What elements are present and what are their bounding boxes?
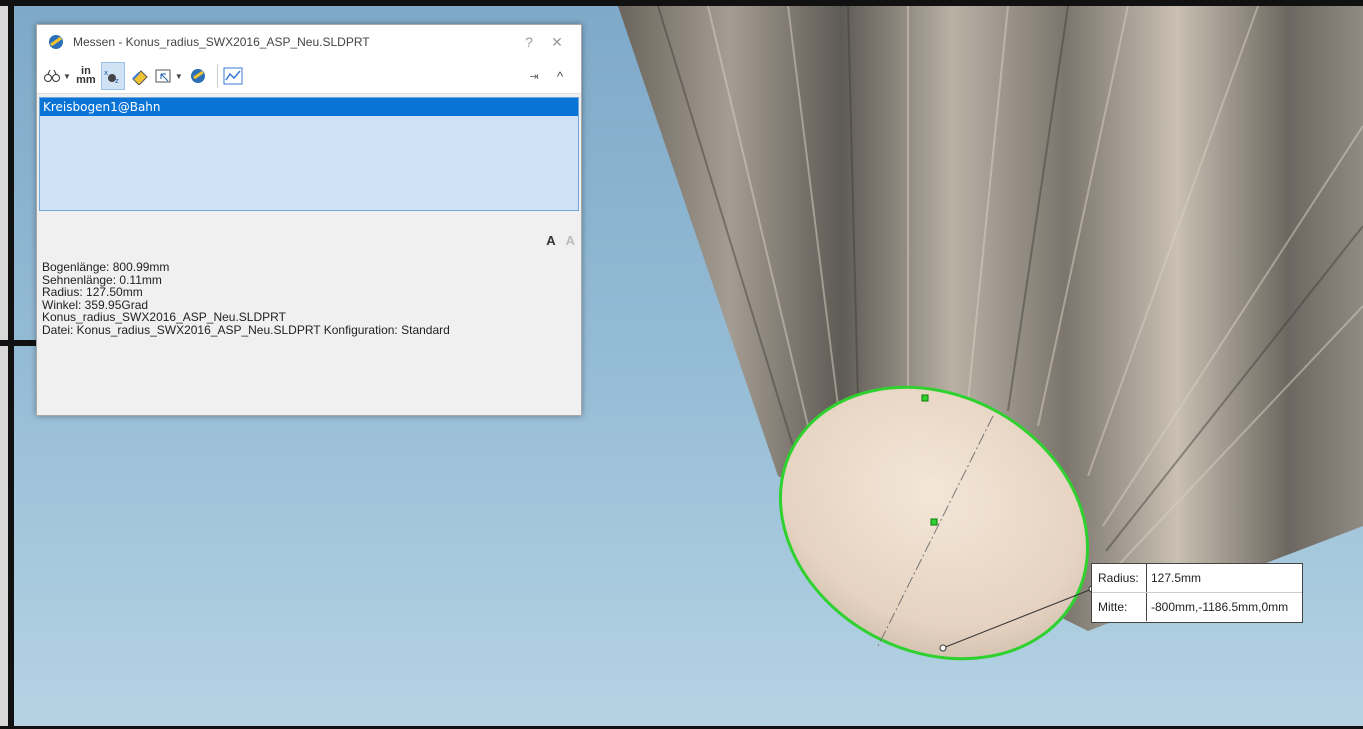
selection-list[interactable]: Kreisbogen1@Bahn xyxy=(39,97,579,211)
viewport-border-top xyxy=(0,0,1363,6)
point-to-point-button[interactable] xyxy=(129,63,151,89)
measure-toolbar: ▼ in mm x z ▼ ⇥ ^ xyxy=(37,59,581,94)
svg-text:x: x xyxy=(104,69,108,77)
toolbar-separator xyxy=(216,64,218,88)
callout-center-label: Mitte: xyxy=(1092,593,1147,621)
dialog-titlebar[interactable]: Messen - Konus_radius_SWX2016_ASP_Neu.SL… xyxy=(37,25,581,59)
chevron-down-icon[interactable]: ▼ xyxy=(63,72,71,81)
measurement-results: Bogenlänge: 800.99mm Sehnenlänge: 0.11mm… xyxy=(42,261,450,337)
close-button[interactable]: ✕ xyxy=(543,34,571,51)
measure-tape-icon xyxy=(49,35,63,49)
decrease-font-button[interactable]: A xyxy=(566,233,575,248)
viewport-border-left xyxy=(8,6,14,729)
ruler-icon xyxy=(132,70,148,85)
background-margin xyxy=(0,0,8,729)
pin-icon: ⇥ xyxy=(529,70,539,83)
projection-button[interactable]: ▼ xyxy=(155,63,183,89)
pin-button[interactable]: ⇥ xyxy=(523,63,545,89)
file-config-result: Datei: Konus_radius_SWX2016_ASP_Neu.SLDP… xyxy=(42,322,450,337)
history-icon xyxy=(190,69,205,83)
chevron-up-icon: ^ xyxy=(556,68,564,84)
font-size-controls: A A xyxy=(546,233,575,248)
show-xyz-button[interactable]: x z xyxy=(100,62,125,90)
arc-center-handle xyxy=(930,518,938,526)
arc-endpoint-handle xyxy=(921,394,929,402)
arc-length-result: Bogenlänge: 800.99mm xyxy=(42,260,170,274)
callout-center-row: Mitte: -800mm,-1186.5mm,0mm xyxy=(1092,592,1302,621)
radius-callout: Radius: 127.5mm Mitte: -800mm,-1186.5mm,… xyxy=(1091,563,1303,623)
sensor-icon xyxy=(223,67,243,85)
callout-center-value: -800mm,-1186.5mm,0mm xyxy=(1151,600,1289,614)
arc-circle-measurement-button[interactable]: ▼ xyxy=(43,63,71,89)
increase-font-button[interactable]: A xyxy=(546,233,555,248)
callout-radius-row: Radius: 127.5mm xyxy=(1092,564,1302,592)
units-mm-label: mm xyxy=(76,74,96,86)
help-button[interactable]: ? xyxy=(515,34,543,50)
arc-measure-icon xyxy=(44,69,60,82)
callout-radius-value: 127.5mm xyxy=(1151,571,1202,585)
window-edge-fragment xyxy=(0,340,40,346)
measurement-history-button[interactable] xyxy=(187,63,209,89)
chevron-down-icon[interactable]: ▼ xyxy=(175,72,183,81)
xyz-measure-icon: x z xyxy=(104,69,119,85)
dialog-title: Messen - Konus_radius_SWX2016_ASP_Neu.SL… xyxy=(73,35,370,49)
callout-radius-label: Radius: xyxy=(1092,564,1147,592)
projection-icon xyxy=(155,69,171,83)
list-item[interactable]: Kreisbogen1@Bahn xyxy=(40,98,578,116)
measure-dialog[interactable]: Messen - Konus_radius_SWX2016_ASP_Neu.SL… xyxy=(36,24,582,416)
collapse-button[interactable]: ^ xyxy=(549,63,571,89)
units-precision-button[interactable]: in mm xyxy=(75,63,97,89)
create-sensor-button[interactable] xyxy=(222,63,244,89)
radius-result: Radius: 127.50mm xyxy=(42,285,143,300)
